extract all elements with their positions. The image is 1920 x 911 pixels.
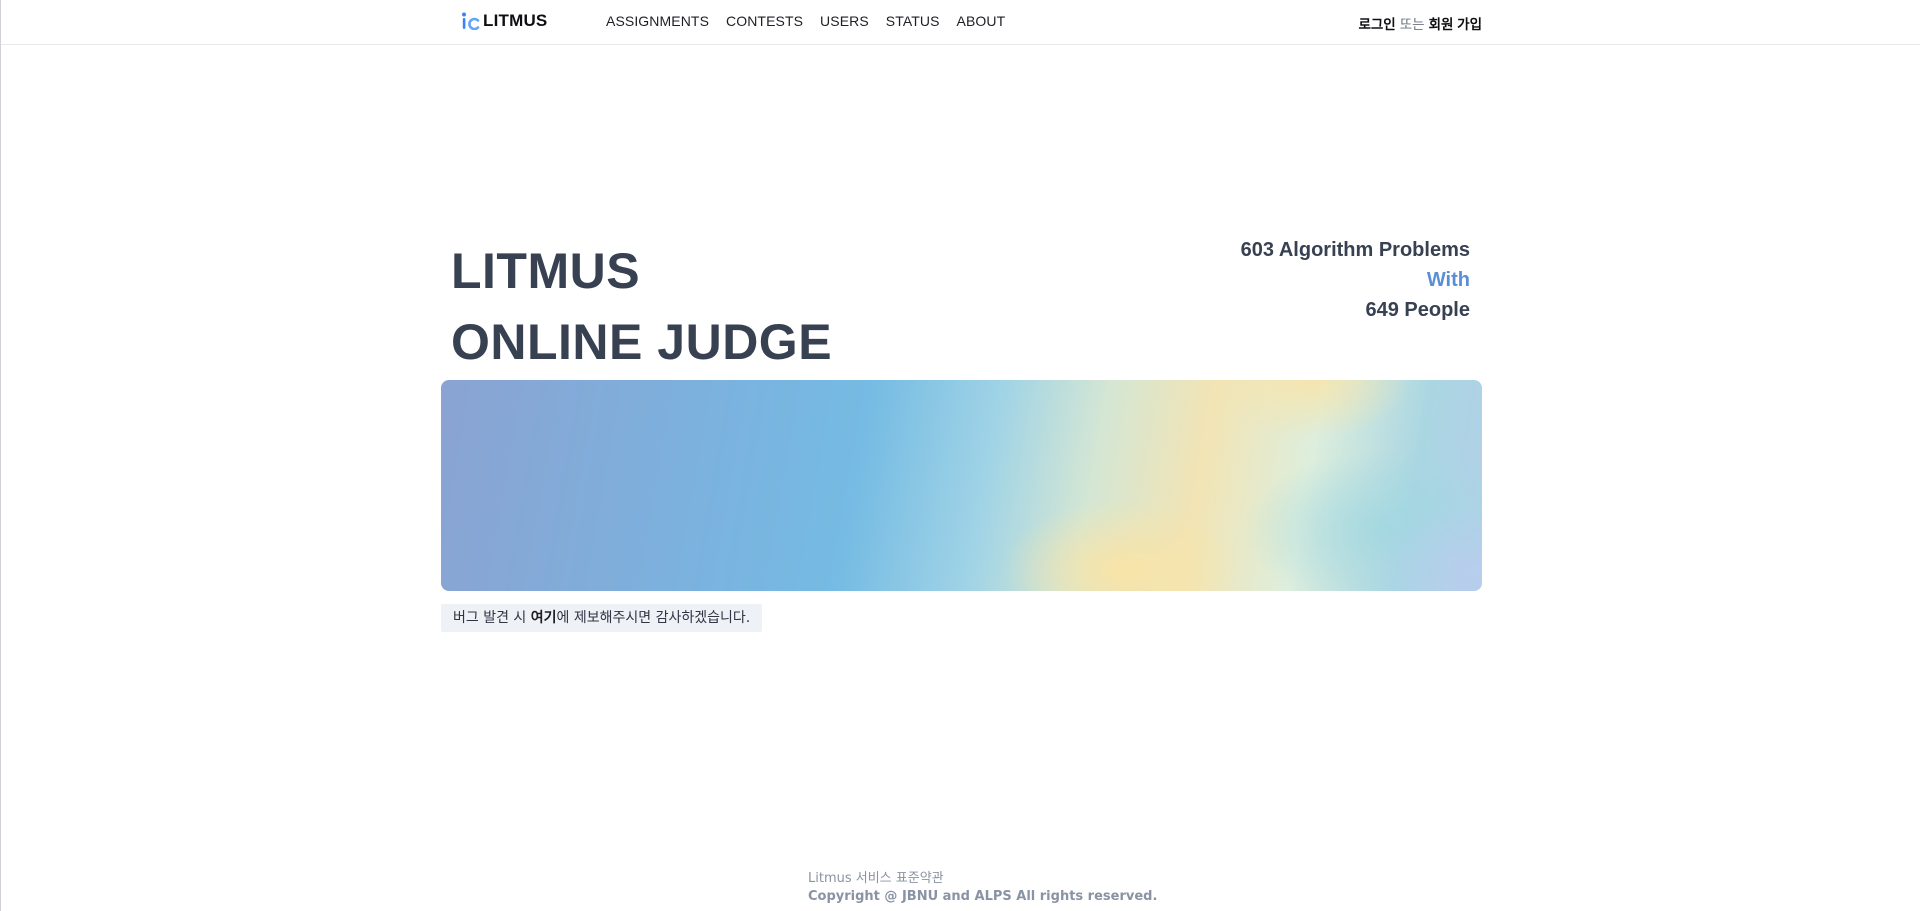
nav-about[interactable]: ABOUT — [957, 13, 1006, 29]
notice-suffix: 에 제보해주시면 감사하겠습니다. — [556, 610, 751, 626]
terms-link[interactable]: Litmus 서비스 표준약관 — [808, 871, 944, 886]
problem-count: 603 Algorithm Problems — [1240, 239, 1470, 261]
top-navbar: LITMUS ASSIGNMENTS CONTESTS USERS STATUS… — [1, 0, 1920, 45]
page: LITMUS ASSIGNMENTS CONTESTS USERS STATUS… — [0, 0, 1920, 911]
site-stats: 603 Algorithm Problems With 649 People — [1241, 235, 1470, 325]
auth-separator: 또는 — [1399, 17, 1425, 32]
banner-glow — [1211, 380, 1411, 440]
title-line-litmus: LITMUS — [451, 243, 641, 299]
title-line-online-judge: ONLINE JUDGE — [451, 314, 833, 370]
banner-glow — [1001, 500, 1241, 591]
notice-prefix: 버그 발견 시 — [453, 610, 531, 626]
signup-link[interactable]: 회원 가입 — [1429, 17, 1482, 32]
auth-links: 로그인 또는 회원 가입 — [1358, 13, 1482, 33]
footer: Litmus 서비스 표준약관 Copyright @ JBNU and ALP… — [808, 870, 1157, 906]
nav-assignments[interactable]: ASSIGNMENTS — [606, 13, 709, 29]
nav-users[interactable]: USERS — [820, 13, 869, 29]
nav-contests[interactable]: CONTESTS — [726, 13, 803, 29]
logo-link[interactable]: LITMUS — [461, 11, 547, 31]
bug-report-link[interactable]: 여기 — [531, 610, 557, 626]
hero-banner — [441, 380, 1482, 591]
page-title: LITMUS ONLINE JUDGE — [451, 236, 832, 378]
litmus-logo-icon — [462, 12, 480, 30]
bug-report-notice: 버그 발견 시 여기에 제보해주시면 감사하겠습니다. — [441, 604, 763, 632]
main-nav: ASSIGNMENTS CONTESTS USERS STATUS ABOUT — [606, 13, 1005, 29]
logo-text: LITMUS — [483, 11, 548, 30]
people-count: 649 People — [1365, 299, 1470, 321]
header-container: LITMUS ASSIGNMENTS CONTESTS USERS STATUS… — [441, 0, 1482, 44]
nav-status[interactable]: STATUS — [886, 13, 940, 29]
copyright-text: Copyright @ JBNU and ALPS All rights res… — [808, 889, 1158, 904]
login-link[interactable]: 로그인 — [1358, 17, 1395, 32]
stats-with: With — [1426, 269, 1470, 291]
